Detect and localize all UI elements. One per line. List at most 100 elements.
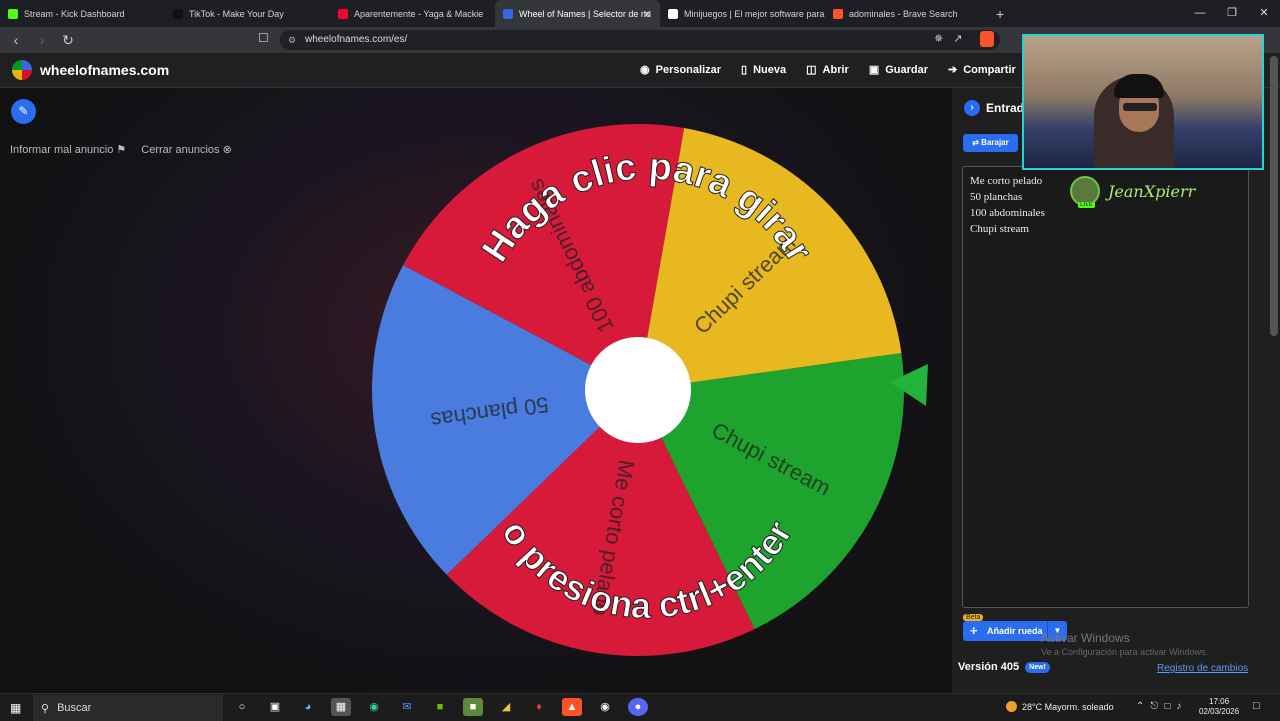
restore-icon[interactable]: ❐ — [1216, 0, 1248, 27]
speedometer-icon[interactable]: ◕ — [298, 698, 318, 716]
report-ad-link[interactable]: Informar mal anuncio ⚑ — [10, 143, 126, 156]
wheel[interactable]: Chupi streamMe corto pelado50 planchas10… — [360, 118, 928, 668]
network-icon[interactable]: □ — [1164, 701, 1170, 712]
bookmark-icon[interactable]: ☐ — [258, 31, 269, 45]
system-tray: ⌃ ⎋ □ ♪ — [1136, 701, 1181, 712]
live-badge: LIVE — [1078, 202, 1095, 208]
shuffle-button[interactable]: ⇄ Barajar — [963, 134, 1018, 152]
close-ads-link[interactable]: Cerrar anuncios ⊗ — [141, 143, 232, 156]
logo-text: wheelofnames.com — [40, 62, 170, 78]
site-logo[interactable]: wheelofnames.com — [12, 60, 169, 80]
menu-guardar[interactable]: ▣ Guardar — [868, 63, 929, 77]
share-icon: ➔ — [948, 64, 958, 76]
shuffle-icon: ⇄ — [972, 138, 979, 147]
close-window-icon[interactable]: ✕ — [1248, 0, 1280, 27]
forward-icon[interactable]: › — [32, 32, 52, 48]
browser-tab[interactable]: adominales - Brave Search — [825, 0, 990, 27]
weather-widget[interactable]: 28°C Mayorm. soleado — [1006, 701, 1114, 712]
plus-icon: + — [970, 623, 978, 638]
brave-taskbar-icon[interactable]: ▲ — [562, 698, 582, 716]
windows-taskbar: ▦ ⚲ Buscar ○ ▣ ◕ ▦ ◉ ✉ ■ ■ ◢ ♦ ▲ ◉ ● 28°… — [0, 693, 1280, 721]
streamer-glasses — [1123, 103, 1157, 111]
system-clock[interactable]: 17:06 02/03/2026 — [1199, 697, 1239, 717]
obs-icon[interactable]: ◉ — [595, 698, 615, 716]
edit-pencil-button[interactable]: ✎ — [11, 99, 36, 124]
windows-start-icon[interactable]: ▦ — [10, 701, 21, 715]
volume-icon[interactable]: ♪ — [1176, 701, 1181, 712]
menu-personalizar[interactable]: ◉ Personalizar — [640, 63, 721, 77]
tray-chevron-icon[interactable]: ⌃ — [1136, 701, 1144, 712]
new-tab-button[interactable]: + — [996, 6, 1004, 22]
minimize-icon[interactable]: — — [1184, 0, 1216, 27]
tab-title: Stream - Kick Dashboard — [24, 8, 125, 19]
url-field[interactable]: ⚙ wheelofnames.com/es/ — [280, 30, 1000, 50]
app-red-icon[interactable]: ♦ — [529, 698, 549, 716]
edge-icon[interactable]: ◉ — [364, 698, 384, 716]
share-page-icon[interactable]: ↗ — [953, 32, 962, 45]
translate-icon[interactable]: ✵ — [934, 32, 943, 45]
reload-icon[interactable]: ↻ — [58, 32, 78, 49]
site-info-icon[interactable]: ⚙ — [288, 30, 296, 50]
store-icon[interactable]: ▦ — [331, 698, 351, 716]
changelog-link[interactable]: Registro de cambios — [1157, 663, 1248, 674]
notifications-icon[interactable]: □ — [1253, 700, 1260, 712]
browser-tab[interactable]: Stream - Kick Dashboard — [0, 0, 165, 27]
windows-activation-watermark: Activar Windows — [1041, 631, 1130, 645]
version-info: Versión 405 New! — [958, 661, 1050, 673]
page-scrollbar[interactable] — [1270, 56, 1278, 336]
save-icon: ▣ — [868, 64, 880, 76]
nvidia-icon[interactable]: ■ — [430, 698, 450, 716]
brave-shields-icon[interactable] — [980, 31, 994, 47]
tab-favicon-icon — [338, 8, 348, 19]
file-icon: ▯ — [741, 64, 748, 76]
flag-icon: ⚑ — [116, 144, 127, 156]
palette-icon: ◉ — [640, 64, 650, 76]
entries-textarea[interactable]: Me corto pelado 50 planchas 100 abdominale… — [962, 166, 1249, 608]
menu-compartir[interactable]: ➔ Compartir — [948, 63, 1016, 77]
tab-title: adominales - Brave Search — [849, 8, 958, 19]
sun-icon — [1006, 701, 1017, 712]
ad-links: Informar mal anuncio ⚑ Cerrar anuncios ⊗ — [10, 143, 232, 156]
tab-favicon-icon — [503, 8, 513, 19]
minecraft-icon[interactable]: ■ — [463, 698, 483, 716]
menu-abrir[interactable]: ◫ Abrir — [806, 63, 849, 77]
tab-close-icon[interactable]: ✕ — [643, 8, 652, 21]
browser-tab[interactable]: Minijuegos | El mejor software para p — [660, 0, 825, 27]
tab-favicon-icon — [8, 8, 18, 19]
close-circle-icon: ⊗ — [222, 144, 232, 156]
file-explorer-icon[interactable]: ◢ — [496, 698, 516, 716]
menu-nueva[interactable]: ▯ Nueva — [741, 63, 787, 77]
streamer-name: JeanXpierr — [1108, 181, 1196, 201]
mail-icon[interactable]: ✉ — [397, 698, 417, 716]
tab-list: Stream - Kick Dashboard TikTok - Make You… — [0, 0, 990, 27]
webcam-overlay — [1022, 34, 1264, 170]
site-menu: ◉ Personalizar ▯ Nueva ◫ Abrir ▣ Guardar ➔ Co… — [640, 63, 1016, 77]
discord-icon[interactable]: ● — [628, 698, 648, 716]
menu-label: Nueva — [753, 63, 787, 76]
entry-line: Chupi stream — [970, 223, 1029, 235]
mic-icon[interactable]: ⎋ — [1150, 701, 1158, 712]
browser-tab[interactable]: Wheel of Names | Selector de no ✕ — [495, 0, 660, 27]
search-icon: ⚲ — [41, 702, 50, 715]
menu-label: Compartir — [963, 63, 1016, 76]
new-badge: New! — [1025, 661, 1050, 673]
windows-activation-subtext: Ve a Configuración para activar Windows. — [1041, 647, 1209, 657]
cortana-icon[interactable]: ○ — [232, 698, 252, 716]
streamer-hair — [1114, 74, 1164, 98]
tab-favicon-icon — [833, 8, 843, 19]
folder-icon: ◫ — [806, 64, 817, 76]
address-actions: ✵ ↗ — [934, 32, 962, 45]
chevron-right-icon[interactable]: › — [964, 100, 980, 116]
browser-tab[interactable]: Aparentemente - Yaga & Mackie — [330, 0, 495, 27]
url-text: wheelofnames.com/es/ — [305, 34, 408, 45]
tab-title: Minijuegos | El mejor software para p — [684, 8, 825, 19]
menu-label: Guardar — [885, 63, 929, 76]
task-view-icon[interactable]: ▣ — [265, 698, 285, 716]
window-controls: — ❐ ✕ — [1184, 0, 1280, 27]
wheel-center[interactable] — [585, 337, 691, 443]
taskbar-search-placeholder: Buscar — [57, 702, 92, 714]
taskbar-search[interactable]: ⚲ Buscar — [33, 695, 223, 721]
back-icon[interactable]: ‹ — [6, 32, 26, 48]
browser-tab[interactable]: TikTok - Make Your Day — [165, 0, 330, 27]
tab-title: Aparentemente - Yaga & Mackie — [354, 8, 484, 19]
